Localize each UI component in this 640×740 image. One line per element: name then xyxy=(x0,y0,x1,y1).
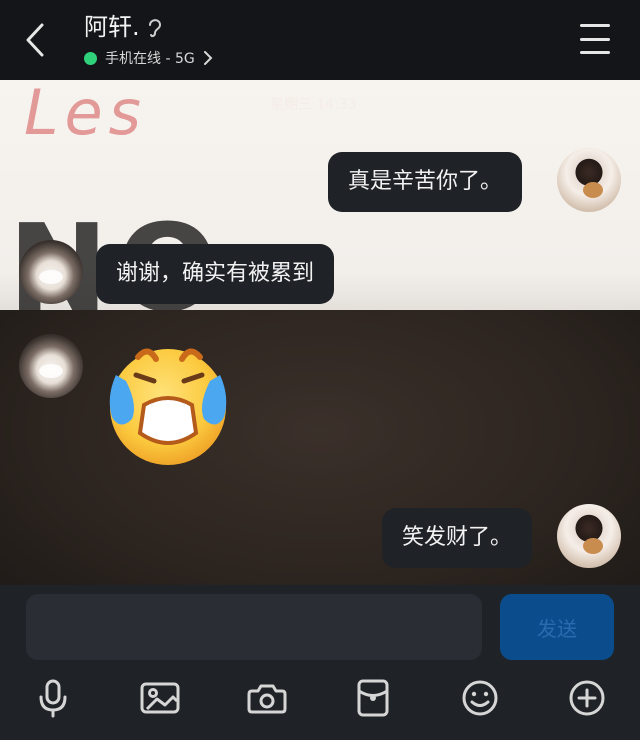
plus-button[interactable] xyxy=(565,676,609,720)
status-text: 手机在线 - 5G xyxy=(105,51,195,67)
my-avatar[interactable] xyxy=(557,504,621,568)
plus-icon xyxy=(569,680,605,716)
message-bubble-left[interactable]: 谢谢，确实有被累到 xyxy=(96,244,335,304)
menu-icon-line xyxy=(580,51,610,54)
message-input[interactable] xyxy=(26,594,482,660)
background-graphic: Les xyxy=(24,80,147,149)
send-button[interactable]: 发送 xyxy=(500,594,614,660)
emoji-icon xyxy=(462,680,498,716)
contact-title: 阿轩. xyxy=(84,12,213,42)
message-bubble-right[interactable]: 笑发财了。 xyxy=(382,508,533,568)
crying-face-emoji[interactable] xyxy=(98,335,238,471)
ear-icon xyxy=(146,15,164,39)
back-arrow-icon xyxy=(26,23,44,57)
online-dot xyxy=(84,51,97,65)
chat-header: 阿轩. 手机在线 - 5G xyxy=(0,0,640,80)
contact-info[interactable]: 阿轩. 手机在线 - 5G xyxy=(84,12,213,68)
mic-button[interactable] xyxy=(31,676,75,720)
chat-area[interactable]: Les NO 星期三 14:33 真是辛苦你了。 谢谢，确实有被累到 xyxy=(0,80,640,585)
emoji-button[interactable] xyxy=(458,676,502,720)
timestamp: 星期三 14:33 xyxy=(270,97,357,113)
message-bubble-right[interactable]: 真是辛苦你了。 xyxy=(328,152,523,212)
image-icon xyxy=(140,682,180,714)
red-packet-icon xyxy=(357,679,389,717)
mic-icon xyxy=(39,679,67,718)
background-image xyxy=(0,310,640,585)
camera-button[interactable] xyxy=(245,676,289,720)
back-button[interactable] xyxy=(18,18,52,62)
image-button[interactable] xyxy=(138,676,182,720)
red-packet-button[interactable] xyxy=(351,676,395,720)
menu-icon xyxy=(580,24,610,27)
bottom-toolbar xyxy=(0,667,640,740)
my-avatar[interactable] xyxy=(557,148,621,212)
online-status[interactable]: 手机在线 - 5G xyxy=(84,48,213,68)
menu-button[interactable] xyxy=(580,24,610,54)
contact-avatar[interactable] xyxy=(19,334,83,398)
contact-avatar[interactable] xyxy=(19,240,83,304)
menu-icon-line xyxy=(580,37,610,41)
chevron-right-icon xyxy=(203,51,213,65)
contact-name: 阿轩. xyxy=(84,13,140,41)
camera-icon xyxy=(247,684,287,714)
